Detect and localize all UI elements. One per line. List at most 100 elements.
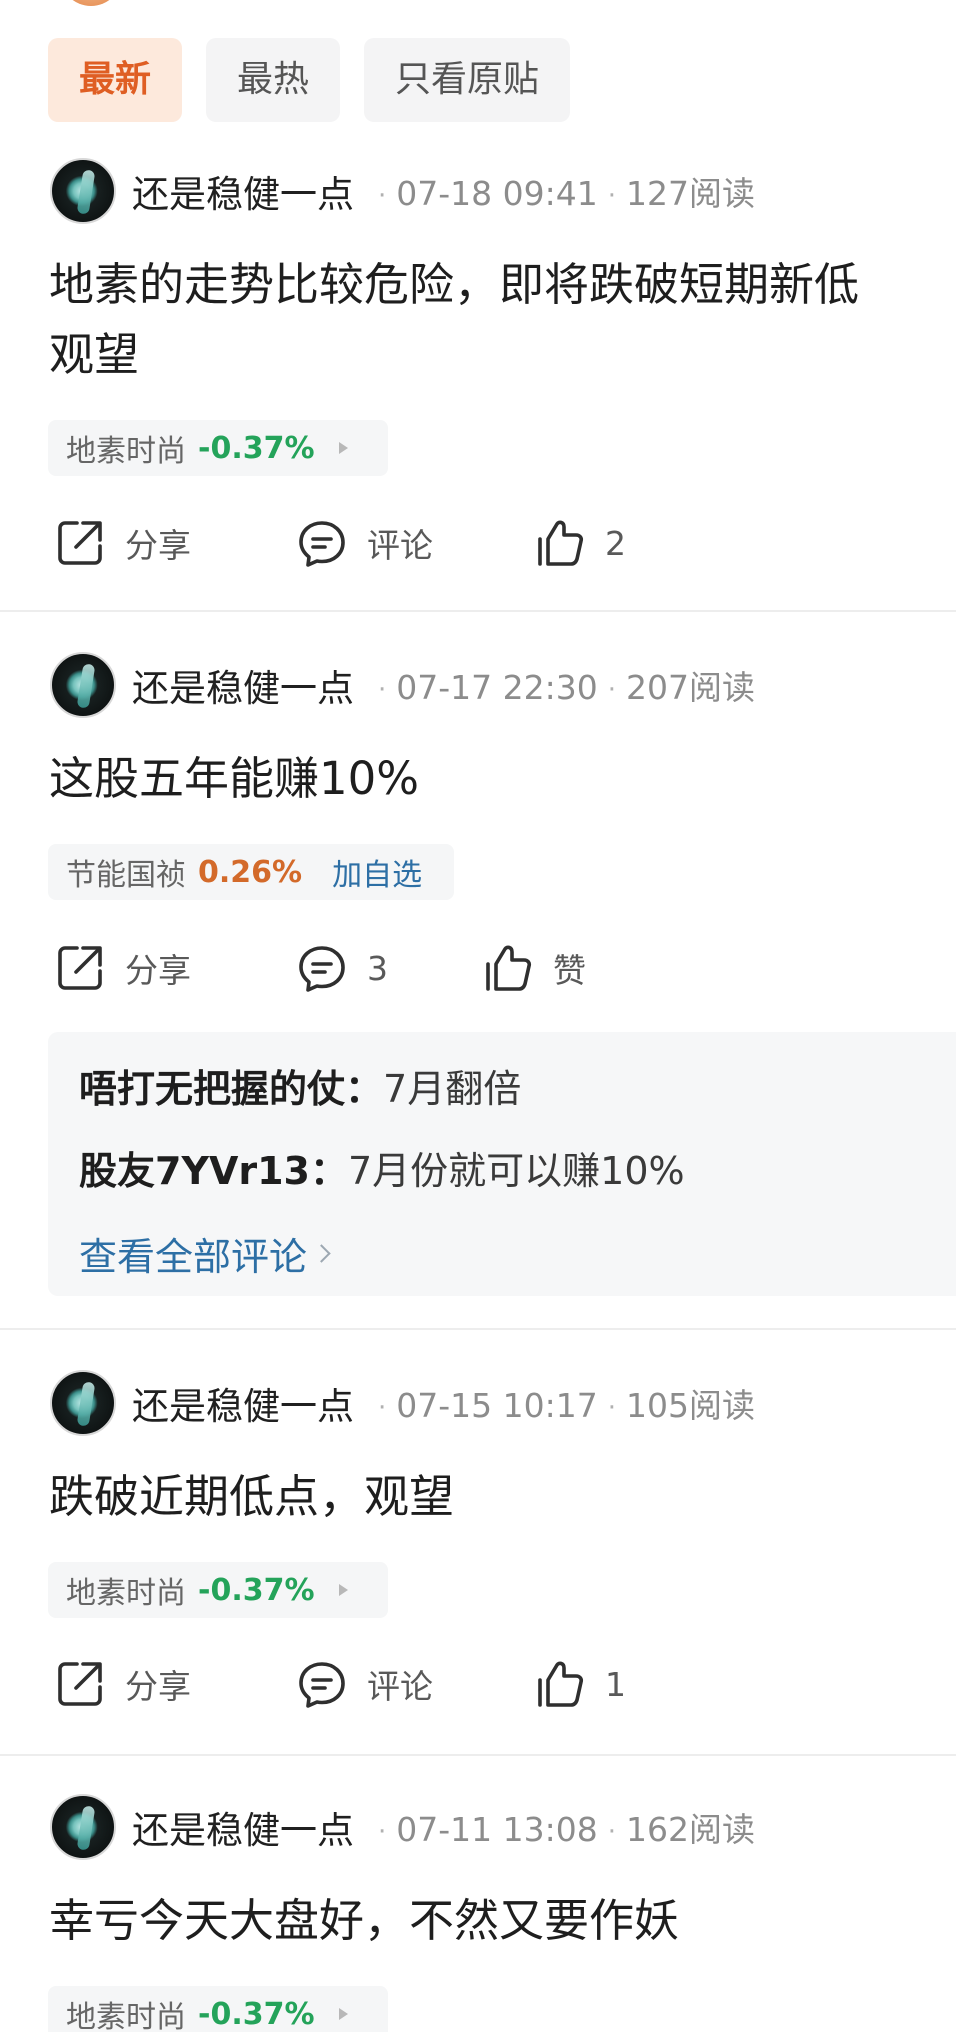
comment-author[interactable]: 股友7YVr13： xyxy=(79,1149,348,1193)
stock-change: -0.37% xyxy=(198,430,315,466)
feed-page: 最新 最热 只看原贴 还是稳健一点 · 07-18 09:41 · 127阅读 地素的… xyxy=(0,0,956,2032)
post-meta: · 07-17 22:30 · 207阅读 xyxy=(368,661,755,709)
like-button[interactable]: 1 xyxy=(532,1649,626,1719)
chip-arrow-icon xyxy=(338,2008,348,2020)
comment-preview[interactable]: 唔打无把握的仗：7月翻倍 xyxy=(79,1048,956,1130)
avatar[interactable] xyxy=(50,652,116,718)
separator-dot: · xyxy=(607,180,617,211)
stock-name: 地素时尚 xyxy=(66,1576,186,1611)
comment-label: 评论 xyxy=(367,1667,433,1706)
separator-dot: · xyxy=(378,1392,387,1423)
chip-arrow-icon xyxy=(338,442,348,454)
thumbs-up-icon xyxy=(538,520,584,566)
avatar[interactable] xyxy=(50,1370,116,1436)
share-icon xyxy=(58,521,102,565)
comment-icon xyxy=(299,521,345,567)
post-datetime: 07-11 13:08 xyxy=(396,1810,598,1849)
post-header: 还是稳健一点 · 07-15 10:17 · 105阅读 xyxy=(50,1370,755,1436)
thumbs-up-icon xyxy=(538,1661,584,1707)
post-text-line: 地素的走势比较危险，即将跌破短期新低 xyxy=(49,258,860,311)
stock-name: 地素时尚 xyxy=(66,2000,186,2032)
tab-original-only[interactable]: 只看原贴 xyxy=(364,38,571,122)
share-button[interactable]: 分享 xyxy=(52,1649,191,1719)
post-text-line: 观望 xyxy=(49,328,140,381)
share-icon xyxy=(58,946,102,990)
post-card: 还是稳健一点 · 07-18 09:41 · 127阅读 地素的走势比较危险，即将跌破… xyxy=(0,158,956,612)
add-to-watchlist-link[interactable]: 加自选 xyxy=(332,850,422,894)
avatar[interactable] xyxy=(50,1794,116,1860)
post-header: 还是稳健一点 · 07-17 22:30 · 207阅读 xyxy=(50,652,755,718)
chip-arrow-icon xyxy=(338,1584,348,1596)
post-actions: 分享 评论 2 xyxy=(52,508,932,578)
comment-author[interactable]: 唔打无把握的仗： xyxy=(79,1067,383,1111)
comment-text: 7月份就可以赚10% xyxy=(348,1149,685,1193)
comment-button[interactable]: 3 xyxy=(294,933,388,1003)
stock-change: -0.37% xyxy=(198,1996,315,2032)
post-datetime: 07-18 09:41 xyxy=(396,174,598,213)
stock-chip[interactable]: 地素时尚 -0.37% xyxy=(48,1986,388,2032)
share-label: 分享 xyxy=(125,526,191,565)
read-count: 127阅读 xyxy=(626,174,756,213)
tab-latest[interactable]: 最新 xyxy=(48,38,183,122)
comment-text: 7月翻倍 xyxy=(383,1067,522,1111)
see-all-comments-label: 查看全部评论 xyxy=(79,1234,308,1279)
post-text-line: 这股五年能赚10% xyxy=(49,752,420,805)
separator-dot: · xyxy=(378,180,387,211)
stock-chip[interactable]: 地素时尚 -0.37% xyxy=(48,1562,388,1618)
comment-icon xyxy=(299,946,345,992)
post-actions: 分享 3 赞 xyxy=(52,933,932,1003)
post-header: 还是稳健一点 · 07-11 13:08 · 162阅读 xyxy=(50,1794,755,1860)
post-body[interactable]: 地素的走势比较危险，即将跌破短期新低 观望 xyxy=(49,250,956,390)
read-count: 105阅读 xyxy=(626,1386,756,1425)
author-name[interactable]: 还是稳健一点 xyxy=(132,164,354,218)
author-name[interactable]: 还是稳健一点 xyxy=(132,1800,354,1854)
tab-hot[interactable]: 最热 xyxy=(206,38,341,122)
stock-change: 0.26% xyxy=(198,854,303,890)
share-label: 分享 xyxy=(125,951,191,990)
post-meta: · 07-15 10:17 · 105阅读 xyxy=(368,1379,755,1427)
author-name[interactable]: 还是稳健一点 xyxy=(132,658,354,712)
separator-dot: · xyxy=(378,674,387,705)
stock-change: -0.37% xyxy=(198,1572,315,1608)
post-body[interactable]: 幸亏今天大盘好，不然又要作妖 xyxy=(49,1886,956,1956)
like-button[interactable]: 赞 xyxy=(480,933,586,1003)
comment-button[interactable]: 评论 xyxy=(294,1649,433,1719)
separator-dot: · xyxy=(607,1816,617,1847)
share-icon xyxy=(58,1662,102,1706)
post-header: 还是稳健一点 · 07-18 09:41 · 127阅读 xyxy=(50,158,755,224)
post-datetime: 07-15 10:17 xyxy=(396,1386,598,1425)
like-button[interactable]: 2 xyxy=(532,508,626,578)
stock-name: 地素时尚 xyxy=(66,434,186,469)
stock-chip[interactable]: 节能国祯 0.26% 加自选 xyxy=(48,844,454,900)
post-body[interactable]: 跌破近期低点，观望 xyxy=(49,1462,956,1532)
comment-label: 评论 xyxy=(367,526,433,565)
comment-icon xyxy=(299,1662,345,1708)
post-card: 还是稳健一点 · 07-15 10:17 · 105阅读 跌破近期低点，观望 地素时尚… xyxy=(0,1370,956,1756)
post-meta: · 07-18 09:41 · 127阅读 xyxy=(368,167,755,215)
avatar[interactable] xyxy=(50,158,116,224)
see-all-comments-link[interactable]: 查看全部评论 xyxy=(79,1212,956,1294)
post-datetime: 07-17 22:30 xyxy=(396,668,598,707)
comment-count: 3 xyxy=(367,948,388,988)
chevron-right-icon xyxy=(312,1243,331,1263)
stock-chip[interactable]: 地素时尚 -0.37% xyxy=(48,420,388,476)
post-meta: · 07-11 13:08 · 162阅读 xyxy=(368,1803,755,1851)
comment-button[interactable]: 评论 xyxy=(294,508,433,578)
share-label: 分享 xyxy=(125,1667,191,1706)
share-button[interactable]: 分享 xyxy=(52,508,191,578)
separator-dot: · xyxy=(607,1392,617,1423)
like-count: 2 xyxy=(605,523,626,563)
separator-dot: · xyxy=(607,674,617,705)
post-body[interactable]: 这股五年能赚10% xyxy=(49,744,956,814)
post-actions: 分享 评论 1 xyxy=(52,1649,932,1719)
like-count: 1 xyxy=(605,1664,626,1704)
post-text-line: 跌破近期低点，观望 xyxy=(49,1470,455,1523)
separator-dot: · xyxy=(378,1816,387,1847)
read-count: 207阅读 xyxy=(626,668,756,707)
post-card: 还是稳健一点 · 07-17 22:30 · 207阅读 这股五年能赚10% 节能国祯… xyxy=(0,652,956,1330)
author-name[interactable]: 还是稳健一点 xyxy=(132,1376,354,1430)
share-button[interactable]: 分享 xyxy=(52,933,191,1003)
top-avatar-fragment xyxy=(60,0,122,6)
comment-preview[interactable]: 股友7YVr13：7月份就可以赚10% xyxy=(79,1130,956,1212)
post-card: 还是稳健一点 · 07-11 13:08 · 162阅读 幸亏今天大盘好，不然又要作妖… xyxy=(0,1794,956,2032)
